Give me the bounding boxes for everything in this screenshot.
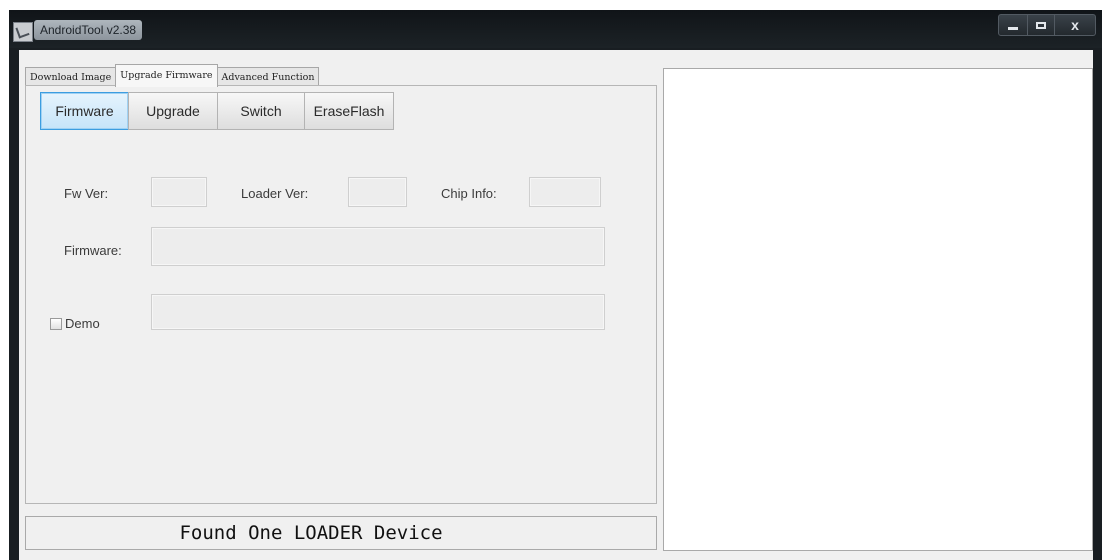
action-button-row: Firmware Upgrade Switch EraseFlash [40,92,394,130]
client-area: Download Image Upgrade Firmware Advanced… [19,50,1093,560]
tab-download-image[interactable]: Download Image [25,67,117,86]
erase-flash-button[interactable]: EraseFlash [304,92,394,130]
minimize-button[interactable] [998,14,1028,36]
window-title: AndroidTool v2.38 [34,20,143,40]
status-bar: Found One LOADER Device [25,516,657,550]
upgrade-firmware-panel: Firmware Upgrade Switch EraseFlash Fw Ve… [25,85,657,504]
upgrade-button[interactable]: Upgrade [128,92,218,130]
chip-info-label: Chip Info: [441,186,497,201]
firmware-path-field [151,227,605,266]
maximize-icon [1036,21,1046,29]
loader-ver-field [348,177,407,207]
demo-checkbox[interactable] [50,318,62,330]
log-output-box[interactable] [663,68,1093,551]
close-button[interactable]: x [1055,14,1096,36]
fw-ver-label: Fw Ver: [64,186,109,201]
firmware-label: Firmware: [64,243,122,258]
chip-info-field [529,177,601,207]
app-window: AndroidTool v2.38 x Download Image Upgra… [9,10,1102,560]
minimize-icon [1008,26,1018,30]
tab-advanced-function[interactable]: Advanced Function [216,67,320,86]
demo-path-field [151,294,605,330]
title-bar[interactable]: AndroidTool v2.38 x [9,10,1102,48]
firmware-button[interactable]: Firmware [40,92,129,130]
tab-strip: Download Image Upgrade Firmware Advanced… [25,62,320,87]
tab-upgrade-firmware[interactable]: Upgrade Firmware [115,64,218,87]
maximize-button[interactable] [1028,14,1055,36]
loader-ver-label: Loader Ver: [241,186,309,201]
app-icon [13,22,33,42]
demo-label[interactable]: Demo [65,316,100,331]
switch-button[interactable]: Switch [217,92,305,130]
fw-ver-field [151,177,207,207]
status-text: Found One LOADER Device [179,522,443,544]
window-controls: x [998,14,1096,36]
close-icon: x [1071,17,1079,33]
